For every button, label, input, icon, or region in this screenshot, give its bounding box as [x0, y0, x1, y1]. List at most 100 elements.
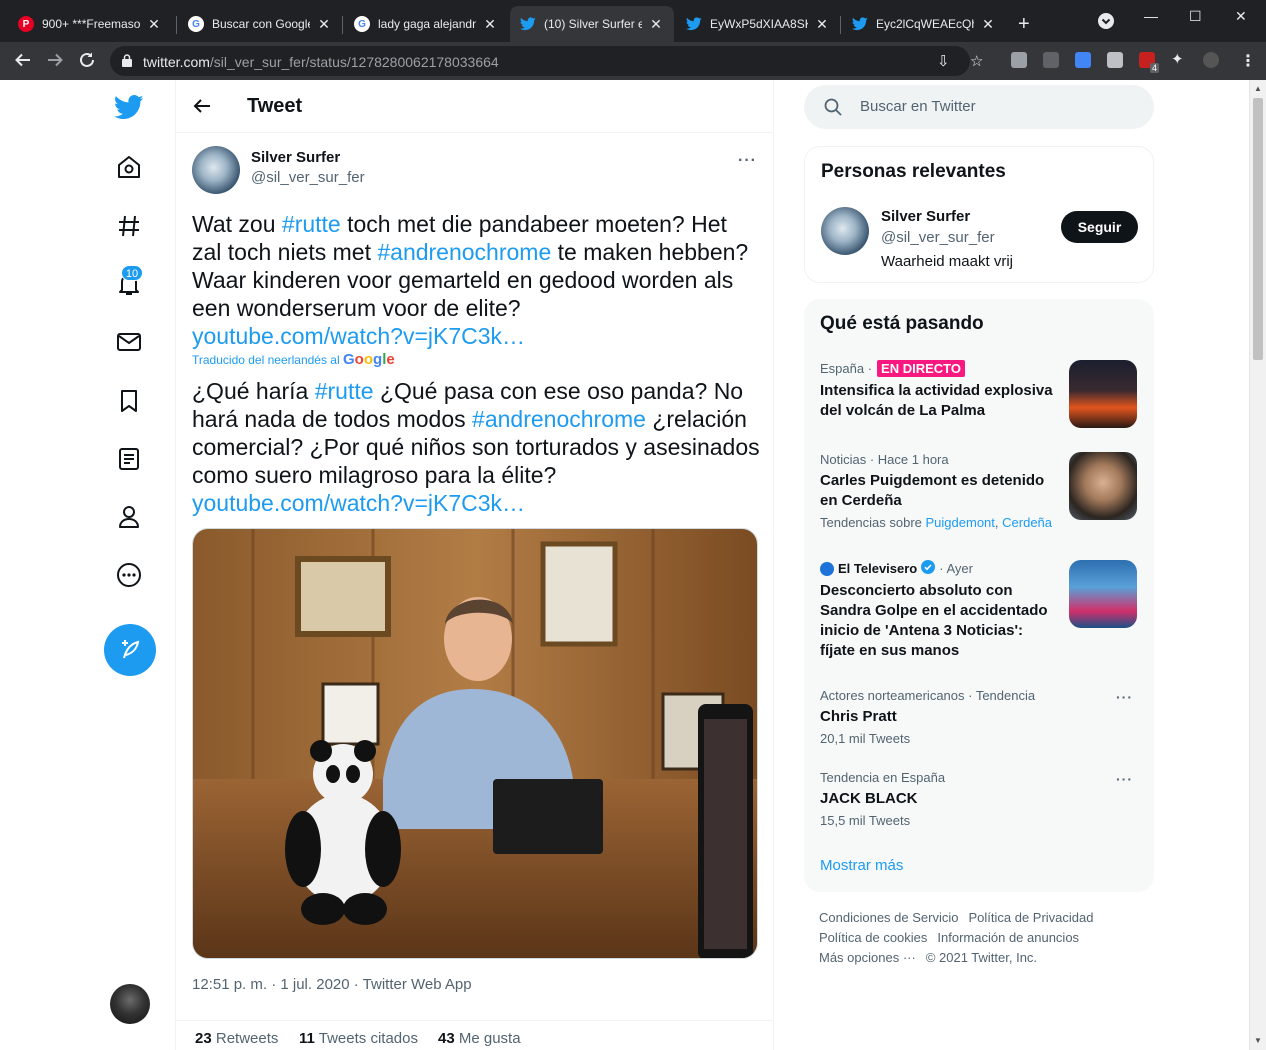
footer-copyright: © 2021 Twitter, Inc.: [925, 950, 1038, 965]
profile-icon[interactable]: [114, 502, 144, 532]
browser-toolbar: twitter.com/sil_ver_sur_fer/status/12782…: [0, 42, 1266, 80]
search-icon: [824, 98, 842, 121]
bookmarks-icon[interactable]: [114, 386, 144, 416]
tab-title: (10) Silver Surfer en Twitter: [544, 17, 642, 31]
author-avatar[interactable]: [192, 146, 240, 194]
retweets-count[interactable]: 23 Retweets: [195, 1030, 278, 1047]
hashtag-link[interactable]: #andrenochrome: [377, 239, 551, 265]
close-icon[interactable]: ✕: [648, 16, 664, 33]
footer-link-more[interactable]: Más opciones ···: [819, 950, 916, 965]
author-name[interactable]: Silver Surfer: [251, 149, 340, 166]
trend-link[interactable]: Puigdemont: [926, 515, 995, 530]
compose-tweet-button[interactable]: [104, 624, 156, 676]
maximize-icon[interactable]: ☐: [1189, 8, 1202, 25]
address-bar[interactable]: twitter.com/sil_ver_sur_fer/status/12782…: [110, 46, 983, 76]
browser-tab-bar: P 900+ ***Freemasonry ✕ G Buscar con Goo…: [0, 0, 1266, 42]
profile-avatar-icon[interactable]: [1203, 52, 1219, 68]
scrollbar-thumb[interactable]: [1253, 98, 1263, 360]
footer-link-ads[interactable]: Información de anuncios: [937, 930, 1079, 945]
relevant-avatar[interactable]: [821, 207, 869, 255]
back-arrow-icon[interactable]: [192, 96, 212, 121]
window-close-icon[interactable]: ✕: [1235, 8, 1247, 25]
tweet-photo[interactable]: [192, 528, 758, 959]
home-icon[interactable]: [114, 152, 144, 182]
footer-link-cookies[interactable]: Política de cookies: [819, 930, 927, 945]
browser-tab-lady-gaga[interactable]: G lady gaga alejandro ✕: [344, 6, 508, 42]
trend-item[interactable]: Tendencia en España JACK BLACK 15,5 mil …: [820, 770, 1140, 828]
browser-tab-image-1[interactable]: EyWxP5dXIAA8SKo ✕: [676, 6, 840, 42]
relevant-bio: Waarheid maakt vrij: [881, 253, 1013, 270]
antena3-thumbnail[interactable]: [1069, 560, 1137, 628]
show-more-link[interactable]: Mostrar más: [820, 857, 903, 874]
install-app-icon[interactable]: ⇩: [937, 52, 950, 70]
puzzle-extensions-icon[interactable]: ✦: [1171, 50, 1187, 68]
lock-icon[interactable]: [122, 54, 132, 67]
minimize-icon[interactable]: —: [1144, 8, 1158, 24]
close-icon[interactable]: ✕: [980, 16, 996, 33]
hashtag-link[interactable]: #andrenochrome: [472, 406, 646, 432]
volcano-thumbnail[interactable]: [1069, 360, 1137, 428]
trends-title: Qué está pasando: [820, 313, 984, 334]
search-placeholder: Buscar en Twitter: [860, 98, 976, 115]
close-icon[interactable]: ✕: [316, 16, 332, 33]
youtube-link[interactable]: youtube.com/watch?v=jK7C3k…: [192, 490, 525, 516]
explore-hashtag-icon[interactable]: [114, 211, 144, 241]
trend-more-icon[interactable]: ···: [1116, 689, 1133, 705]
new-tab-icon[interactable]: +: [1018, 14, 1030, 34]
browser-tab-image-2[interactable]: Eyc2lCqWEAEcQhS ✕: [842, 6, 1006, 42]
close-icon[interactable]: ✕: [814, 16, 830, 33]
browser-menu-icon[interactable]: ⋮: [1240, 51, 1256, 71]
relevant-people-card: Personas relevantes Silver Surfer @sil_v…: [804, 146, 1154, 283]
hashtag-link[interactable]: #rutte: [282, 211, 341, 237]
page-title: Tweet: [247, 95, 303, 117]
reload-icon[interactable]: [78, 51, 96, 73]
browser-tab-silver-surfer[interactable]: (10) Silver Surfer en Twitter ✕: [510, 6, 674, 42]
lists-icon[interactable]: [114, 444, 144, 474]
scroll-down-arrow-icon[interactable]: ▼: [1254, 1036, 1262, 1045]
browser-tab-pinterest[interactable]: P 900+ ***Freemasonry ✕: [8, 6, 172, 42]
forward-arrow-icon[interactable]: [46, 51, 64, 73]
sidebar-footer: Condiciones de Servicio Política de Priva…: [819, 908, 1139, 968]
notifications-badge: 10: [121, 265, 143, 281]
bookmark-star-icon[interactable]: ☆: [970, 52, 983, 70]
trend-link[interactable]: Cerdeña: [1002, 515, 1052, 530]
account-avatar[interactable]: [110, 984, 150, 1024]
relevant-handle[interactable]: @sil_ver_sur_fer: [881, 229, 995, 246]
hashtag-link[interactable]: #rutte: [315, 378, 374, 404]
close-icon[interactable]: ✕: [146, 16, 162, 33]
likes-count[interactable]: 43 Me gusta: [438, 1030, 521, 1047]
more-options-icon[interactable]: [114, 560, 144, 590]
tweet-more-icon[interactable]: ···: [738, 152, 757, 170]
tweet-translated-text: ¿Qué haría #rutte ¿Qué pasa con ese oso …: [192, 378, 760, 516]
back-arrow-icon[interactable]: [14, 51, 32, 73]
vd-extension-icon[interactable]: [1043, 52, 1059, 68]
tab-search-icon[interactable]: [1097, 12, 1115, 33]
browser-tab-google-search[interactable]: G Buscar con Google ✕: [178, 6, 342, 42]
author-handle[interactable]: @sil_ver_sur_fer: [251, 169, 365, 186]
messages-icon[interactable]: [114, 327, 144, 357]
twitter-logo-icon[interactable]: [114, 92, 144, 122]
page-scrollbar[interactable]: ▲ ▼: [1249, 80, 1266, 1050]
feather-plus-icon: [122, 640, 140, 659]
trend-more-icon[interactable]: ···: [1116, 771, 1133, 787]
relevant-name[interactable]: Silver Surfer: [881, 208, 970, 225]
trend-item[interactable]: Actores norteamericanos · Tendencia Chri…: [820, 688, 1140, 746]
youtube-link[interactable]: youtube.com/watch?v=jK7C3k…: [192, 323, 525, 349]
el-televisero-logo-icon: [820, 561, 834, 576]
translate-extension-icon[interactable]: [1075, 52, 1091, 68]
translation-attribution[interactable]: Traducido del neerlandés al Google: [192, 351, 395, 368]
follow-button[interactable]: Seguir: [1061, 211, 1138, 243]
camera-extension-icon[interactable]: [1011, 52, 1027, 68]
scroll-up-arrow-icon[interactable]: ▲: [1254, 84, 1262, 93]
google-logo: Google: [343, 351, 395, 368]
tweet-timestamp[interactable]: 12:51 p. m. · 1 jul. 2020 · Twitter Web …: [192, 976, 472, 993]
footer-link-terms[interactable]: Condiciones de Servicio: [819, 910, 958, 925]
close-icon[interactable]: ✕: [482, 16, 498, 33]
quote-tweets-count[interactable]: 11 Tweets citados: [299, 1030, 418, 1047]
search-box[interactable]: Buscar en Twitter: [804, 85, 1154, 129]
tweet-stats-bar: 23 Retweets 11 Tweets citados 43 Me gust…: [176, 1020, 773, 1050]
extension-icon[interactable]: [1107, 52, 1123, 68]
column-header: Tweet: [176, 80, 773, 133]
puigdemont-thumbnail[interactable]: [1069, 452, 1137, 520]
footer-link-privacy[interactable]: Política de Privacidad: [968, 910, 1093, 925]
